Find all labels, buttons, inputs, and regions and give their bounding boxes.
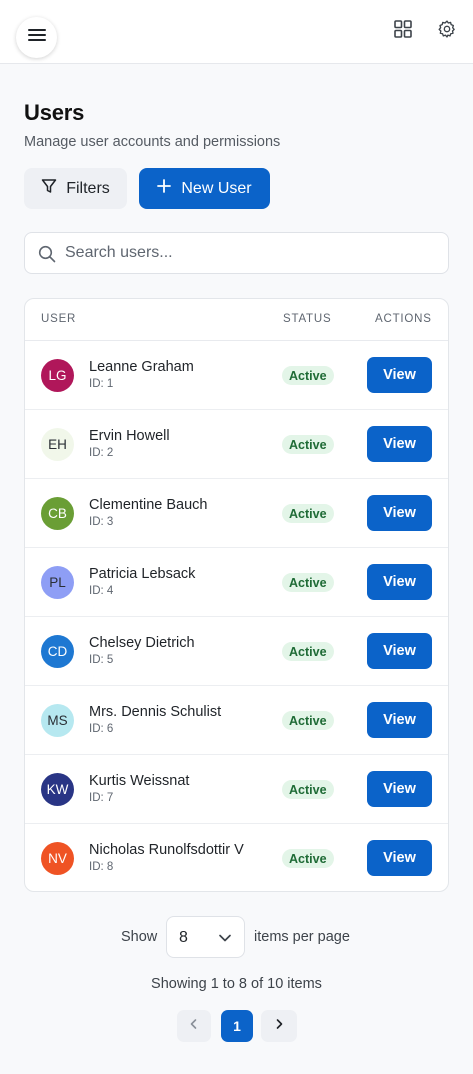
page-size-select[interactable]: 8: [166, 916, 245, 958]
chevron-left-icon: [188, 1017, 200, 1035]
status-badge: Active: [282, 849, 334, 868]
table-row: PL Patricia Lebsack ID: 4 Active View: [25, 548, 448, 617]
user-id: ID: 3: [89, 516, 114, 528]
show-label: Show: [121, 929, 158, 945]
avatar: CB: [41, 497, 74, 530]
user-id: ID: 5: [89, 654, 114, 666]
user-name: Nicholas Runolfsdottir V: [89, 842, 244, 858]
column-header-status: STATUS: [283, 313, 332, 325]
avatar: CD: [41, 635, 74, 668]
search-input[interactable]: [65, 233, 435, 273]
next-page-button[interactable]: [261, 1010, 297, 1042]
table-row: MS Mrs. Dennis Schulist ID: 6 Active View: [25, 686, 448, 755]
apps-button[interactable]: [392, 19, 414, 44]
table-row: EH Ervin Howell ID: 2 Active View: [25, 410, 448, 479]
grid-icon: [393, 19, 413, 44]
search-box[interactable]: [24, 232, 449, 274]
view-button[interactable]: View: [367, 840, 432, 876]
view-button[interactable]: View: [367, 495, 432, 531]
page-size-value: 8: [179, 929, 188, 946]
view-button[interactable]: View: [367, 564, 432, 600]
new-user-button[interactable]: New User: [139, 168, 270, 209]
table-row: KW Kurtis Weissnat ID: 7 Active View: [25, 755, 448, 824]
avatar: MS: [41, 704, 74, 737]
user-name: Kurtis Weissnat: [89, 773, 190, 789]
view-button[interactable]: View: [367, 426, 432, 462]
table-header: USER STATUS ACTIONS: [25, 299, 448, 341]
chevron-down-icon: [219, 934, 231, 942]
avatar: PL: [41, 566, 74, 599]
view-button[interactable]: View: [367, 357, 432, 393]
per-page-label: items per page: [254, 929, 350, 945]
user-name: Patricia Lebsack: [89, 566, 196, 582]
user-name: Ervin Howell: [89, 428, 170, 444]
column-header-user: USER: [41, 313, 77, 325]
avatar: NV: [41, 842, 74, 875]
settings-button[interactable]: [436, 19, 458, 44]
user-name: Clementine Bauch: [89, 497, 208, 513]
user-id: ID: 4: [89, 585, 114, 597]
avatar: LG: [41, 359, 74, 392]
page-button-current[interactable]: 1: [221, 1010, 253, 1042]
user-name: Leanne Graham: [89, 359, 194, 375]
filters-button[interactable]: Filters: [24, 168, 127, 209]
page-subtitle: Manage user accounts and permissions: [24, 134, 281, 150]
page-title: Users: [24, 100, 85, 125]
table-row: CD Chelsey Dietrich ID: 5 Active View: [25, 617, 448, 686]
new-user-label: New User: [181, 179, 252, 197]
table-body: LG Leanne Graham ID: 1 Active View EH Ervin Ho…: [25, 341, 448, 891]
user-id: ID: 8: [89, 861, 114, 873]
status-badge: Active: [282, 504, 334, 523]
view-button[interactable]: View: [367, 771, 432, 807]
avatar: KW: [41, 773, 74, 806]
status-badge: Active: [282, 366, 334, 385]
status-badge: Active: [282, 642, 334, 661]
view-button[interactable]: View: [367, 702, 432, 738]
table-row: LG Leanne Graham ID: 1 Active View: [25, 341, 448, 410]
hamburger-menu-icon: [26, 24, 48, 51]
pagination-summary: Showing 1 to 8 of 10 items: [151, 976, 322, 992]
user-id: ID: 1: [89, 378, 114, 390]
table-row: CB Clementine Bauch ID: 3 Active View: [25, 479, 448, 548]
gear-icon: [437, 19, 457, 44]
user-id: ID: 2: [89, 447, 114, 459]
chevron-right-icon: [273, 1017, 285, 1035]
filter-icon: [41, 178, 57, 199]
plus-icon: [157, 179, 172, 198]
status-badge: Active: [282, 780, 334, 799]
menu-button[interactable]: [16, 17, 57, 58]
user-id: ID: 7: [89, 792, 114, 804]
top-bar: [0, 0, 473, 64]
users-table: USER STATUS ACTIONS LG Leanne Graham ID: 1…: [24, 298, 449, 892]
status-badge: Active: [282, 573, 334, 592]
table-row: NV Nicholas Runolfsdottir V ID: 8 Active Vie…: [25, 824, 448, 891]
user-name: Mrs. Dennis Schulist: [89, 704, 222, 720]
view-button[interactable]: View: [367, 633, 432, 669]
previous-page-button[interactable]: [177, 1010, 211, 1042]
user-id: ID: 6: [89, 723, 114, 735]
avatar: EH: [41, 428, 74, 461]
status-badge: Active: [282, 711, 334, 730]
column-header-actions: ACTIONS: [375, 313, 432, 325]
filters-label: Filters: [66, 179, 110, 197]
status-badge: Active: [282, 435, 334, 454]
user-name: Chelsey Dietrich: [89, 635, 195, 651]
